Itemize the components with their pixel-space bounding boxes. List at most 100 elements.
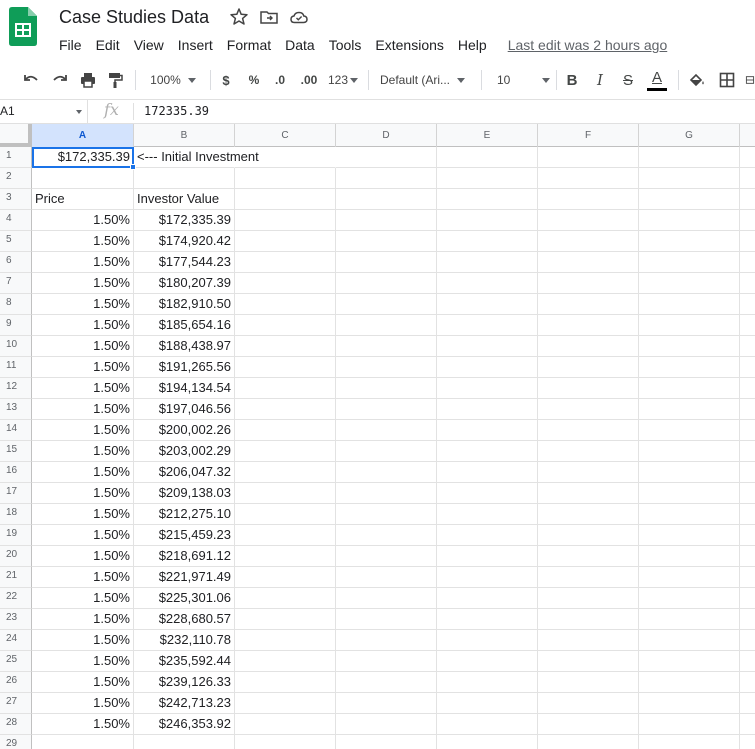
cell-empty[interactable] xyxy=(538,378,639,399)
cell-empty[interactable] xyxy=(336,441,437,462)
sheets-logo-icon[interactable] xyxy=(9,7,37,46)
cell-empty[interactable] xyxy=(538,651,639,672)
cell-empty[interactable] xyxy=(235,483,336,504)
cell-empty[interactable] xyxy=(740,441,755,462)
undo-icon[interactable] xyxy=(20,68,42,92)
cell-empty[interactable] xyxy=(336,525,437,546)
row-header[interactable]: 28 xyxy=(0,714,32,735)
last-edit-link[interactable]: Last edit was 2 hours ago xyxy=(508,37,668,53)
row-header[interactable]: 12 xyxy=(0,378,32,399)
cell-empty[interactable] xyxy=(740,714,755,735)
cell-empty[interactable] xyxy=(437,168,538,189)
cell-empty[interactable] xyxy=(639,525,740,546)
cell-empty[interactable] xyxy=(437,651,538,672)
row-header[interactable]: 23 xyxy=(0,609,32,630)
cell-empty[interactable] xyxy=(437,210,538,231)
cell-b13[interactable]: $197,046.56 xyxy=(134,399,235,420)
row-header[interactable]: 1 xyxy=(0,147,32,168)
cell-b26[interactable]: $239,126.33 xyxy=(134,672,235,693)
cell-a21[interactable]: 1.50% xyxy=(32,567,134,588)
cell-a23[interactable]: 1.50% xyxy=(32,609,134,630)
cell-empty[interactable] xyxy=(639,546,740,567)
cell-empty[interactable] xyxy=(235,252,336,273)
cell-empty[interactable] xyxy=(235,672,336,693)
cell-empty[interactable] xyxy=(538,231,639,252)
cell-empty[interactable] xyxy=(235,315,336,336)
cell-b27[interactable]: $242,713.23 xyxy=(134,693,235,714)
document-title[interactable]: Case Studies Data xyxy=(59,7,209,28)
row-header[interactable]: 25 xyxy=(0,651,32,672)
cell-empty[interactable] xyxy=(740,357,755,378)
cell-empty[interactable] xyxy=(336,609,437,630)
increase-decimal-button[interactable]: .00 xyxy=(297,68,321,92)
cell-empty[interactable] xyxy=(538,147,639,168)
cell-empty[interactable] xyxy=(639,210,740,231)
cell-empty[interactable] xyxy=(639,609,740,630)
cell-a2[interactable] xyxy=(32,168,134,189)
cell-empty[interactable] xyxy=(437,273,538,294)
cell-empty[interactable] xyxy=(740,525,755,546)
cell-empty[interactable] xyxy=(538,525,639,546)
row-header[interactable]: 14 xyxy=(0,420,32,441)
column-header-overflow[interactable] xyxy=(740,124,755,147)
cell-empty[interactable] xyxy=(336,504,437,525)
cell-empty[interactable] xyxy=(740,189,755,210)
cell-empty[interactable] xyxy=(336,273,437,294)
cell-empty[interactable] xyxy=(336,357,437,378)
formula-input[interactable]: 172335.39 xyxy=(144,104,209,118)
menu-data[interactable]: Data xyxy=(278,37,322,53)
cell-empty[interactable] xyxy=(336,714,437,735)
cell-b1[interactable]: <--- Initial Investment xyxy=(134,147,259,168)
cell-empty[interactable] xyxy=(740,168,755,189)
cell-empty[interactable] xyxy=(639,168,740,189)
cell-empty[interactable] xyxy=(437,504,538,525)
cell-empty[interactable] xyxy=(235,693,336,714)
cell-a13[interactable]: 1.50% xyxy=(32,399,134,420)
cell-empty[interactable] xyxy=(639,315,740,336)
cell-empty[interactable] xyxy=(336,651,437,672)
cell-empty[interactable] xyxy=(538,546,639,567)
column-header-f[interactable]: F xyxy=(538,124,639,147)
cell-empty[interactable] xyxy=(639,294,740,315)
column-header-d[interactable]: D xyxy=(336,124,437,147)
cell-empty[interactable] xyxy=(639,441,740,462)
cell-b12[interactable]: $194,134.54 xyxy=(134,378,235,399)
cell-empty[interactable] xyxy=(740,336,755,357)
cell-empty[interactable] xyxy=(437,189,538,210)
cell-empty[interactable] xyxy=(235,378,336,399)
cell-a27[interactable]: 1.50% xyxy=(32,693,134,714)
cell-b6[interactable]: $177,544.23 xyxy=(134,252,235,273)
cell-a20[interactable]: 1.50% xyxy=(32,546,134,567)
cell-empty[interactable] xyxy=(639,273,740,294)
merge-icon[interactable] xyxy=(745,68,755,92)
cell-a25[interactable]: 1.50% xyxy=(32,651,134,672)
cell-empty[interactable] xyxy=(639,189,740,210)
cell-empty[interactable] xyxy=(538,273,639,294)
cell-empty[interactable] xyxy=(235,714,336,735)
row-header[interactable]: 22 xyxy=(0,588,32,609)
cell-empty[interactable] xyxy=(639,357,740,378)
cell-empty[interactable] xyxy=(235,147,336,168)
cell-empty[interactable] xyxy=(235,231,336,252)
cell-b19[interactable]: $215,459.23 xyxy=(134,525,235,546)
cell-empty[interactable] xyxy=(235,420,336,441)
font-size-dropdown[interactable]: 10 xyxy=(490,68,550,92)
cell-b28[interactable]: $246,353.92 xyxy=(134,714,235,735)
cell-empty[interactable] xyxy=(538,441,639,462)
cloud-saved-icon[interactable] xyxy=(289,7,309,27)
cell-empty[interactable] xyxy=(639,336,740,357)
row-header[interactable]: 19 xyxy=(0,525,32,546)
zoom-dropdown[interactable]: 100% xyxy=(143,68,203,92)
cell-empty[interactable] xyxy=(538,714,639,735)
cell-empty[interactable] xyxy=(235,546,336,567)
cell-empty[interactable] xyxy=(336,672,437,693)
cell-empty[interactable] xyxy=(336,231,437,252)
print-icon[interactable] xyxy=(77,68,99,92)
cell-empty[interactable] xyxy=(437,336,538,357)
menu-file[interactable]: File xyxy=(52,37,89,53)
cell-empty[interactable] xyxy=(437,735,538,749)
cell-empty[interactable] xyxy=(740,462,755,483)
cell-empty[interactable] xyxy=(538,168,639,189)
row-header[interactable]: 15 xyxy=(0,441,32,462)
cell-empty[interactable] xyxy=(437,588,538,609)
